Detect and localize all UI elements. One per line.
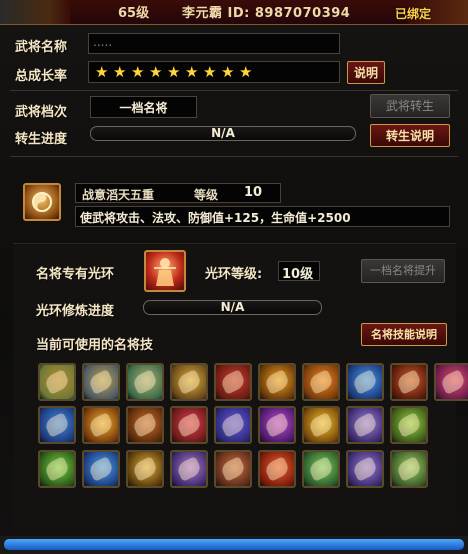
buff-level-value: 10 [244,185,263,200]
skill-1-icon[interactable] [38,363,76,401]
buff-description-field: 使武将攻击、法攻、防御值+125，生命值+2500 [75,206,450,227]
name-label: 武将名称 [15,40,68,55]
skill-2-icon[interactable] [82,363,120,401]
rebirth-progress-text: N/A [211,126,235,140]
star-icon: ★ [239,63,253,81]
aura-training-text: N/A [220,300,245,314]
divider [10,156,458,157]
bottom-progress [4,539,464,550]
skill-20-icon[interactable] [38,450,76,488]
warrior-aura-icon [154,258,176,286]
taiji-icon [32,192,52,212]
skill-15-icon[interactable] [214,406,252,444]
rebirth-progress-label: 转生进度 [15,132,68,147]
aura-level-value: 10级 [282,267,314,282]
skill-28-icon[interactable] [390,450,428,488]
skill-19-icon[interactable] [390,406,428,444]
skills-label: 当前可使用的名将技 [36,338,154,353]
buff-name: 战意滔天五重 [82,188,155,202]
name-field: ..... [88,33,340,54]
star-icon: ★ [185,63,199,81]
skill-26-icon[interactable] [302,450,340,488]
skill-16-icon[interactable] [258,406,296,444]
aura-level-field: 10级 [278,261,320,282]
growth-label: 总成长率 [15,69,68,84]
bound-status: 已绑定 [395,7,432,21]
skill-17-icon[interactable] [302,406,340,444]
star-icon: ★ [203,63,217,81]
skill-3-icon[interactable] [126,363,164,401]
star-rating: ★ ★ ★ ★ ★ ★ ★ ★ ★ [95,63,254,81]
growth-explain-button[interactable]: 说明 [347,61,385,84]
skill-6-icon[interactable] [258,363,296,401]
buff-description: 使武将攻击、法攻、防御值+125，生命值+2500 [80,211,351,225]
star-icon: ★ [95,63,109,81]
aura-level-label: 光环等级: [205,267,263,282]
aura-training-label: 光环修炼进度 [36,304,115,319]
skill-21-icon[interactable] [82,450,120,488]
buff-icon[interactable] [23,183,61,221]
divider [10,90,458,91]
skill-23-icon[interactable] [170,450,208,488]
skill-10-icon[interactable] [434,363,468,401]
header-ornament-left [0,0,70,24]
aura-title: 名将专有光环 [36,267,115,282]
star-icon: ★ [149,63,163,81]
skill-24-icon[interactable] [214,450,252,488]
skill-8-icon[interactable] [346,363,384,401]
aura-icon[interactable] [144,250,186,292]
skill-7-icon[interactable] [302,363,340,401]
name-value: ..... [93,35,113,49]
skill-18-icon[interactable] [346,406,384,444]
star-icon: ★ [113,63,127,81]
skills-explain-button[interactable]: 名将技能说明 [361,323,447,346]
aura-training-bar: N/A [143,300,322,315]
general-panel: 65级 李元霸 ID: 8987070394 已绑定 武将名称 ..... 总成… [0,0,468,554]
growth-stars: ★ ★ ★ ★ ★ ★ ★ ★ ★ [88,61,340,83]
star-icon: ★ [131,63,145,81]
skill-27-icon[interactable] [346,450,384,488]
skill-11-icon[interactable] [38,406,76,444]
skill-22-icon[interactable] [126,450,164,488]
skill-12-icon[interactable] [82,406,120,444]
skill-9-icon[interactable] [390,363,428,401]
skill-4-icon[interactable] [170,363,208,401]
general-id: 李元霸 ID: 8987070394 [182,6,351,21]
buff-name-field: 战意滔天五重 等级 10 [75,183,281,203]
star-icon: ★ [167,63,181,81]
rank-value: 一档名将 [119,101,168,115]
skill-14-icon[interactable] [170,406,208,444]
rebirth-progress-bar: N/A [90,126,356,141]
rank-label: 武将档次 [15,105,68,120]
rebirth-button[interactable]: 武将转生 [370,94,450,118]
skill-25-icon[interactable] [258,450,296,488]
star-icon: ★ [221,63,235,81]
rank-field: 一档名将 [90,96,197,118]
rebirth-explain-button[interactable]: 转生说明 [370,124,450,147]
skill-5-icon[interactable] [214,363,252,401]
general-level: 65级 [118,6,150,21]
skill-13-icon[interactable] [126,406,164,444]
buff-level-label: 等级 [194,188,219,202]
aura-upgrade-button[interactable]: 一档名将提升 [361,259,445,283]
